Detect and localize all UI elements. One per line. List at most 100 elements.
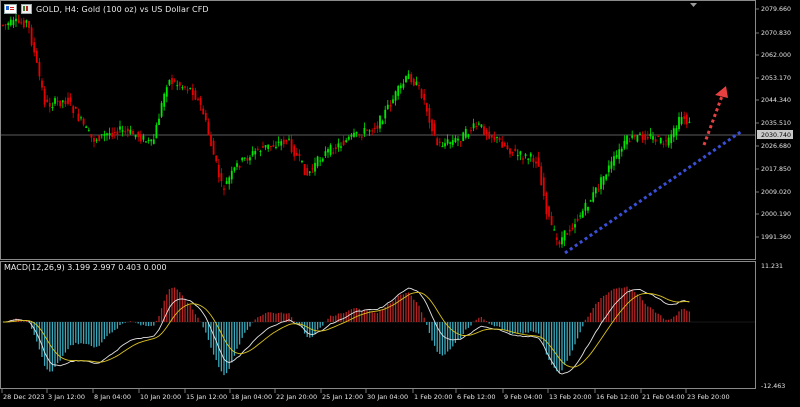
candle-body [319,160,322,162]
candle-body [51,107,54,109]
svg-text:9 Feb 04:00: 9 Feb 04:00 [504,393,543,401]
candle-body [516,155,519,157]
candle-body [563,230,566,241]
candle-body [394,91,397,101]
price-tick: 2062.000 [756,52,791,59]
candle-body [579,215,582,217]
candle-body [402,83,405,88]
support-trendline[interactable] [564,129,743,255]
time-tick: 13 Feb 20:00 [547,389,592,401]
macd-axis-bottom: -12.463 [761,383,785,390]
candle-body [290,139,293,153]
candle-body [210,134,212,147]
candle-body [639,133,641,135]
svg-text:13 Feb 20:00: 13 Feb 20:00 [549,393,592,401]
symbol-flag-icon [4,4,17,14]
price-tick: 1991.360 [756,234,791,241]
candle-body [597,188,600,190]
candle-body [147,139,150,141]
svg-text:2017.850: 2017.850 [761,166,791,173]
candle-body [67,97,69,104]
candle-body [503,143,506,146]
candle-body [371,130,374,132]
candle-body [311,168,314,170]
candle-body [667,137,670,146]
candle-body [392,99,394,104]
candle-body [72,106,75,113]
svg-text:23 Feb 20:00: 23 Feb 20:00 [687,393,730,401]
candle-body [594,187,597,194]
candle-body [233,167,236,171]
svg-text:15 Jan 12:00: 15 Jan 12:00 [186,393,227,401]
svg-text:22 Jan 20:00: 22 Jan 20:00 [276,393,317,401]
candle-body [199,97,202,105]
candle-body [22,20,25,28]
candle-body [522,158,524,160]
macd-signal-line [3,291,690,368]
candle-body [558,241,561,245]
price-tick: 2070.830 [756,30,791,37]
time-tick: 9 Feb 04:00 [502,389,543,401]
projection-arrow[interactable] [702,95,724,146]
price-tick: 2009.020 [756,189,791,196]
candle-body [548,206,550,217]
candle-body [108,133,111,136]
candle-body [498,137,501,141]
candle-body [386,104,389,110]
scroll-marker-icon[interactable] [690,3,697,7]
candle-body [267,144,270,149]
svg-text:1 Feb 20:00: 1 Feb 20:00 [414,393,453,401]
candle-body [425,103,428,112]
candle-body [646,137,649,139]
price-axis[interactable]: 2079.660 2070.830 2062.000 2053.170 2044… [756,6,793,241]
macd-indicator-label[interactable]: MACD(12,26,9) 3.199 2.997 0.403 0.000 [4,263,167,272]
candle-body [652,136,654,140]
candle-body [641,134,644,140]
candle-body [236,163,238,167]
candle-body [2,24,4,26]
candle-body [85,126,88,129]
time-tick: 21 Feb 04:00 [640,389,685,401]
candle-body [259,150,262,152]
chart-canvas[interactable]: 2079.660 2070.830 2062.000 2053.170 2044… [0,0,800,407]
candle-body [431,119,433,132]
candle-body [605,174,608,180]
svg-text:1991.360: 1991.360 [761,234,791,241]
candle-body [139,134,142,142]
macd-axis-top: 11.231 [761,263,783,270]
candle-body [519,151,522,155]
svg-text:2035.510: 2035.510 [761,120,791,127]
candle-body [688,121,691,124]
time-axis[interactable]: 28 Dec 2023 3 Jan 12:00 8 Jan 04:00 10 J… [1,389,730,401]
candle-body [9,19,12,26]
candle-body [293,145,296,157]
candle-body [428,108,431,123]
candle-body [446,139,449,144]
candle-body [490,135,493,138]
candle-body [316,156,319,167]
price-tick: 2000.190 [756,211,791,218]
candle-body [501,141,504,148]
candle-body [407,73,410,80]
chart-terminal[interactable]: 2079.660 2070.830 2062.000 2053.170 2044… [0,0,800,407]
candle-body [353,132,355,137]
time-tick: 18 Jan 04:00 [229,389,272,401]
candle-body [217,164,220,178]
candle-body [103,133,106,136]
candle-body [334,147,337,149]
candle-body [30,27,33,46]
candle-body [514,148,517,151]
price-tick: 2044.340 [756,97,791,104]
candle-body [212,140,215,155]
macd-axis[interactable]: 11.231 -12.463 [761,263,785,390]
candle-body [662,143,665,145]
svg-text:3 Jan 12:00: 3 Jan 12:00 [48,393,85,401]
candle-body [285,140,288,142]
candle-body [165,87,168,97]
candle-body [433,123,436,135]
candle-body [171,78,173,85]
candle-body [204,112,207,121]
candle-body [38,62,41,77]
candle-body [626,135,628,145]
chart-header[interactable]: GOLD, H4: Gold (100 oz) vs US Dollar CFD [4,2,209,16]
